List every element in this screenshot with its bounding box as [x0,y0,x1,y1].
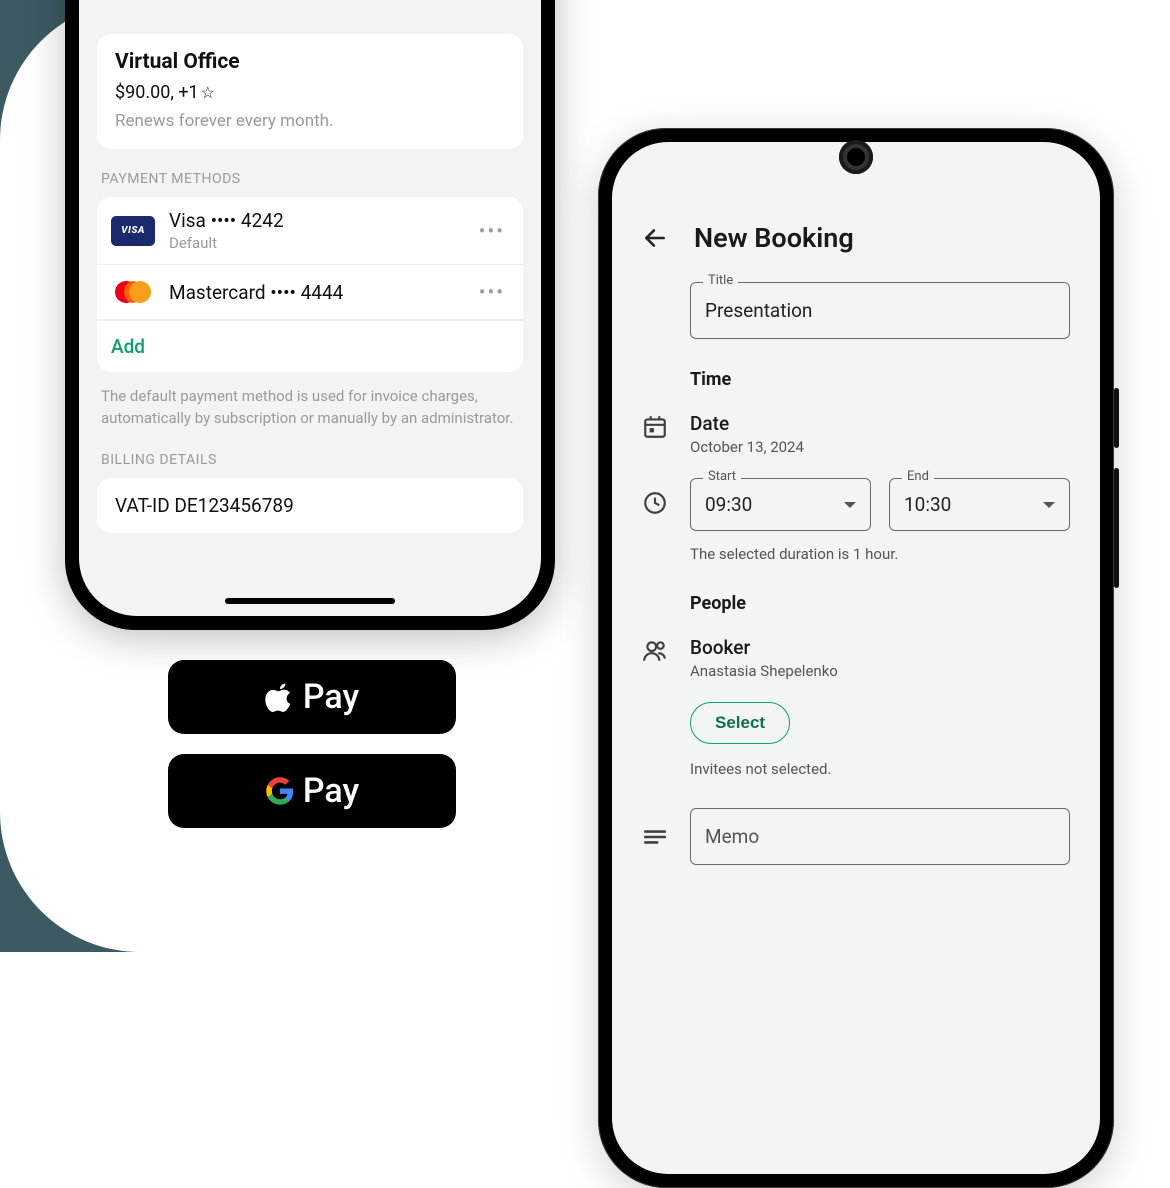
payment-method-row[interactable]: VISA Visa •••• 4242 Default ••• [97,197,523,265]
plan-title: Virtual Office [115,50,505,74]
start-value: 09:30 [705,493,856,516]
add-payment-method[interactable]: Add [97,320,523,372]
start-label: Start [703,469,741,484]
end-value: 10:30 [904,493,1055,516]
google-pay-label: Pay [303,771,359,811]
plan-price: $90.00, +1☆ [115,82,505,103]
start-time-field[interactable]: Start 09:30 [690,478,871,531]
android-device: New Booking Title Presentation Time Date [598,128,1114,1188]
booker-name: Anastasia Shepelenko [690,662,1070,680]
card-default-label: Default [169,234,461,252]
booker-row[interactable]: Booker Anastasia Shepelenko [642,636,1070,680]
select-label: Select [715,713,765,732]
home-indicator[interactable] [225,598,395,604]
date-value: October 13, 2024 [690,438,1070,456]
back-arrow-icon[interactable] [642,225,668,251]
invitees-note: Invitees not selected. [690,760,1070,778]
date-label: Date [690,412,1070,435]
payment-method-row[interactable]: Mastercard •••• 4444 ••• [97,265,523,320]
end-time-field[interactable]: End 10:30 [889,478,1070,531]
plan-price-text: $90.00, +1 [115,82,199,103]
more-icon[interactable]: ••• [475,219,509,243]
memo-field[interactable]: Memo [690,808,1070,865]
calendar-icon [642,414,668,456]
duration-note: The selected duration is 1 hour. [690,545,1070,563]
title-field-value: Presentation [705,299,1055,322]
notes-icon [642,824,668,854]
mastercard-icon [111,277,155,307]
plan-card: Virtual Office $90.00, +1☆ Renews foreve… [97,34,523,149]
plan-renewal: Renews forever every month. [115,111,505,131]
dropdown-icon [1043,502,1055,508]
select-invitees-button[interactable]: Select [690,702,790,744]
title-field[interactable]: Title Presentation [690,282,1070,339]
billing-details-label: BILLING DETAILS [101,452,519,468]
dropdown-icon [844,502,856,508]
vat-id: VAT-ID DE123456789 [115,494,505,517]
card-name: Visa •••• 4242 [169,209,461,232]
billing-card[interactable]: VAT-ID DE123456789 [97,478,523,533]
apple-pay-label: Pay [303,677,359,717]
app-bar: New Booking [642,222,1070,254]
memo-placeholder: Memo [705,825,1055,848]
apple-icon [265,682,295,712]
star-icon: ☆ [201,83,215,102]
payment-methods-card: VISA Visa •••• 4242 Default ••• Masterca… [97,197,523,372]
google-pay-button[interactable]: Pay [168,754,456,828]
page-title: New Booking [694,222,854,254]
apple-pay-button[interactable]: Pay [168,660,456,734]
google-icon [265,776,295,806]
payment-methods-label: PAYMENT METHODS [101,171,519,187]
people-section-label: People [690,593,1070,614]
time-section-label: Time [690,369,1070,390]
card-name: Mastercard •••• 4444 [169,281,461,304]
clock-icon [642,490,668,520]
date-row[interactable]: Date October 13, 2024 [642,412,1070,456]
iphone-device: Virtual Office $90.00, +1☆ Renews foreve… [65,0,555,630]
booker-label: Booker [690,636,1070,659]
end-label: End [902,469,934,484]
camera-punchhole [839,140,873,174]
people-icon [642,638,668,680]
add-link[interactable]: Add [111,335,145,358]
more-icon[interactable]: ••• [475,280,509,304]
payment-method-note: The default payment method is used for i… [101,386,519,430]
visa-icon: VISA [111,216,155,246]
title-field-label: Title [703,273,738,288]
